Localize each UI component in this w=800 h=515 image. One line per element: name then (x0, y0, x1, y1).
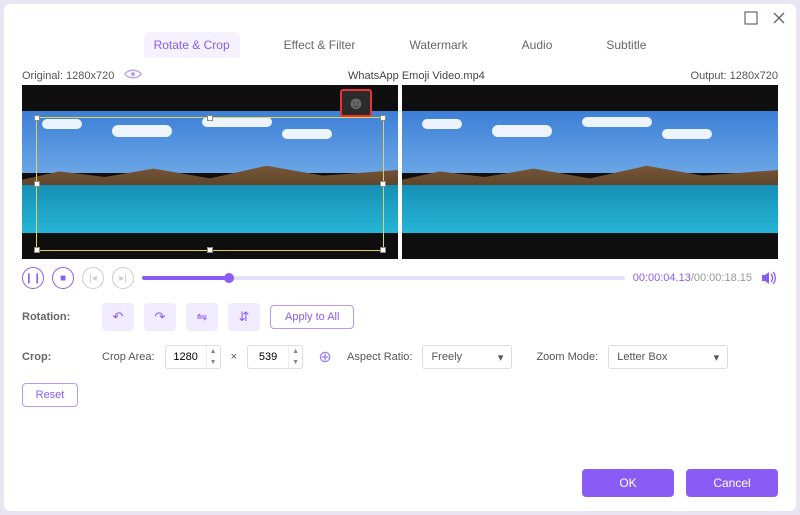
output-resolution: Output: 1280x720 (691, 70, 778, 82)
chevron-down-icon: ▾ (714, 351, 720, 364)
pause-button[interactable]: ❙❙ (22, 267, 44, 289)
tab-effect-filter[interactable]: Effect & Filter (274, 32, 366, 58)
preview-right (402, 85, 778, 259)
close-icon[interactable] (772, 11, 786, 25)
prev-frame-button[interactable]: |◂ (82, 267, 104, 289)
aspect-ratio-select[interactable]: Freely▾ (422, 345, 512, 369)
chevron-up-icon[interactable]: ▲ (289, 346, 302, 357)
titlebar (4, 4, 796, 32)
volume-icon[interactable] (760, 269, 778, 287)
rotate-right-button[interactable]: ↷ (144, 303, 176, 331)
player-bar: ❙❙ ■ |◂ ▸| 00:00:04.13/00:00:18.15 (4, 259, 796, 293)
seek-track[interactable] (142, 276, 625, 280)
crop-height-field[interactable]: ▲▼ (247, 345, 303, 369)
crop-box[interactable] (36, 117, 384, 251)
crop-area-label: Crop Area: (102, 351, 155, 363)
stop-button[interactable]: ■ (52, 267, 74, 289)
flip-vertical-button[interactable]: ⇵ (228, 303, 260, 331)
chevron-down-icon[interactable]: ▼ (207, 357, 220, 368)
chevron-down-icon: ▾ (498, 351, 504, 364)
cancel-button[interactable]: Cancel (686, 469, 778, 497)
preview-left[interactable]: ☻ (22, 85, 398, 259)
original-resolution: Original: 1280x720 (22, 70, 114, 82)
crop-height-input[interactable] (248, 351, 288, 363)
tab-audio[interactable]: Audio (512, 32, 563, 58)
rotate-left-button[interactable]: ↶ (102, 303, 134, 331)
crop-sep: × (231, 351, 237, 363)
crop-width-input[interactable] (166, 351, 206, 363)
preview-eye-icon[interactable] (124, 68, 142, 83)
tab-watermark[interactable]: Watermark (399, 32, 477, 58)
rotation-label: Rotation: (22, 311, 92, 323)
info-bar: Original: 1280x720 WhatsApp Emoji Video.… (4, 64, 796, 85)
emoji-overlay[interactable]: ☻ (340, 89, 372, 117)
reset-button[interactable]: Reset (22, 383, 78, 407)
ok-button[interactable]: OK (582, 469, 674, 497)
center-crop-icon[interactable]: ⊕ (313, 345, 337, 369)
chevron-down-icon[interactable]: ▼ (289, 357, 302, 368)
zoom-mode-select[interactable]: Letter Box▾ (608, 345, 728, 369)
chevron-up-icon[interactable]: ▲ (207, 346, 220, 357)
flip-horizontal-button[interactable]: ⇋ (186, 303, 218, 331)
tabs: Rotate & Crop Effect & Filter Watermark … (4, 32, 796, 64)
crop-width-field[interactable]: ▲▼ (165, 345, 221, 369)
aspect-ratio-label: Aspect Ratio: (347, 351, 412, 363)
next-frame-button[interactable]: ▸| (112, 267, 134, 289)
timecode: 00:00:04.13/00:00:18.15 (633, 272, 752, 284)
tab-rotate-crop[interactable]: Rotate & Crop (144, 32, 240, 58)
filename: WhatsApp Emoji Video.mp4 (142, 70, 690, 82)
apply-to-all-button[interactable]: Apply to All (270, 305, 354, 329)
tab-subtitle[interactable]: Subtitle (596, 32, 656, 58)
zoom-mode-label: Zoom Mode: (536, 351, 598, 363)
crop-label: Crop: (22, 351, 92, 363)
minimize-icon[interactable] (744, 11, 758, 25)
